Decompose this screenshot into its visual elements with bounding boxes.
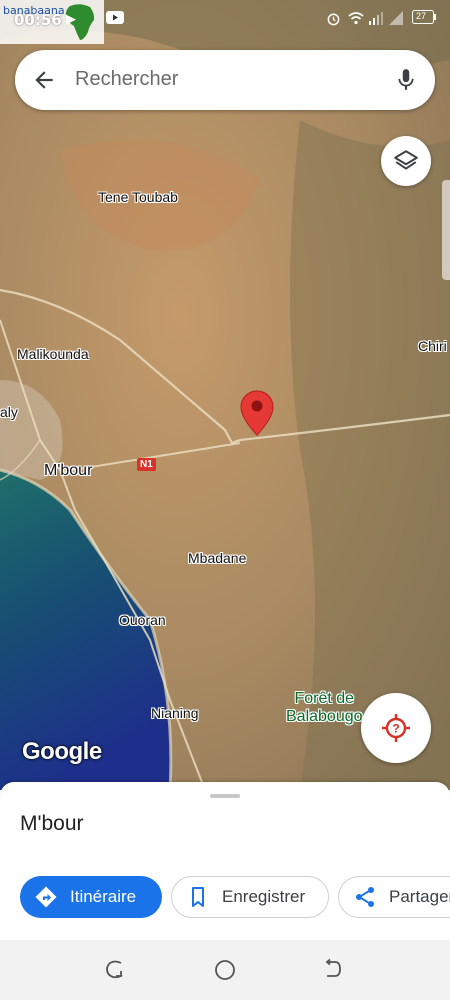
- place-bottom-sheet[interactable]: M'bour Itinéraire Enregistrer Partager: [0, 782, 450, 940]
- foret-label-line1: Forêt de: [294, 690, 355, 707]
- search-input[interactable]: Rechercher: [75, 68, 178, 91]
- map-label-aly[interactable]: aly: [0, 404, 18, 420]
- map-label-nianing[interactable]: Nianing: [151, 705, 198, 721]
- directions-button[interactable]: Itinéraire: [20, 876, 162, 918]
- search-bar[interactable]: Rechercher: [15, 50, 435, 110]
- recent-apps-icon[interactable]: [104, 958, 128, 982]
- location-unknown-icon: ?: [382, 714, 410, 742]
- map-label-mbadane[interactable]: Mbadane: [188, 550, 246, 566]
- back-icon[interactable]: [322, 958, 346, 982]
- signal-icon: [368, 11, 384, 28]
- side-panel-edge[interactable]: [442, 180, 450, 280]
- map-label-mbour[interactable]: M'bour: [44, 462, 92, 480]
- save-button[interactable]: Enregistrer: [171, 876, 329, 918]
- battery-level: 27: [416, 11, 427, 21]
- map-label-tene-toubab[interactable]: Tene Toubab: [98, 189, 178, 205]
- google-logo: Google: [22, 738, 102, 765]
- directions-icon: [34, 885, 58, 909]
- share-label: Partager: [389, 887, 450, 906]
- foret-label-line2: Balabougo: [286, 708, 363, 725]
- home-icon[interactable]: [213, 958, 237, 982]
- status-bar: banabaana.com 00:56 ▶ 27: [0, 0, 450, 44]
- map-label-ouoran[interactable]: Ouoran: [119, 612, 166, 628]
- map-view[interactable]: Tene Toubab Malikounda Chiri aly M'bour …: [0, 0, 450, 790]
- camera-notification-icon: ▶: [66, 11, 76, 26]
- save-label: Enregistrer: [222, 887, 306, 906]
- battery-indicator: 27: [412, 10, 436, 27]
- wifi-icon: [348, 11, 364, 28]
- layers-icon: [394, 150, 418, 170]
- alarm-icon: [326, 11, 341, 29]
- status-time: 00:56: [14, 11, 62, 29]
- share-button[interactable]: Partager: [338, 876, 450, 918]
- microphone-icon[interactable]: [393, 66, 419, 99]
- my-location-button[interactable]: ?: [361, 693, 431, 763]
- directions-label: Itinéraire: [70, 887, 137, 906]
- map-label-foret-de-balabougo[interactable]: Forêt de Balabougo: [286, 690, 363, 726]
- map-label-malikounda[interactable]: Malikounda: [17, 346, 89, 362]
- sheet-drag-handle[interactable]: [210, 794, 240, 798]
- road-badge-n1: N1: [137, 458, 156, 471]
- bookmark-icon: [186, 885, 210, 909]
- place-title: M'bour: [20, 812, 84, 835]
- layers-button[interactable]: [381, 136, 431, 186]
- map-label-chiri[interactable]: Chiri: [418, 338, 447, 354]
- back-arrow-icon[interactable]: [31, 67, 57, 98]
- signal-2-icon: [389, 11, 403, 28]
- satellite-imagery: [0, 0, 450, 790]
- svg-text:?: ?: [392, 722, 399, 736]
- system-navigation-bar: [0, 940, 450, 1000]
- location-pin-icon[interactable]: [239, 389, 275, 442]
- youtube-notification-icon: [106, 11, 124, 27]
- share-icon: [353, 885, 377, 909]
